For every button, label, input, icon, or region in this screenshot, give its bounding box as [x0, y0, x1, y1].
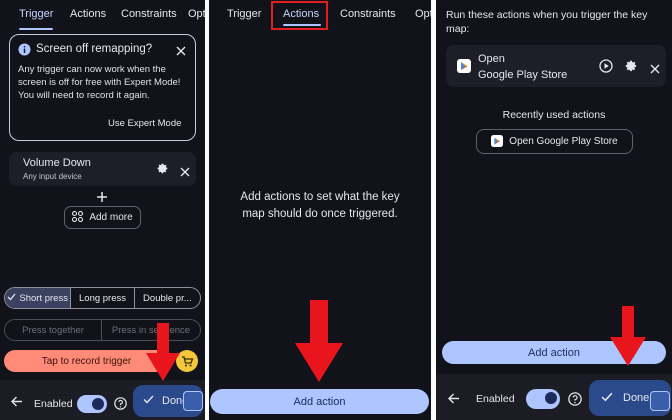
play-store-icon	[457, 59, 471, 78]
highlight-box	[271, 1, 328, 30]
actions-added-panel: Run these actions when you trigger the k…	[436, 0, 672, 420]
tab-constraints[interactable]: Constraints	[121, 8, 177, 20]
enabled-toggle[interactable]	[526, 389, 560, 409]
action-title-line1: Open	[478, 53, 505, 65]
gear-icon[interactable]	[156, 162, 169, 180]
back-arrow-icon[interactable]	[448, 391, 460, 409]
enabled-label: Enabled	[34, 398, 73, 410]
notice-title: Screen off remapping?	[36, 43, 153, 55]
press-together-option[interactable]: Press together	[5, 320, 103, 340]
overlay-logo-icon	[183, 391, 203, 411]
check-icon	[143, 395, 154, 407]
check-icon	[601, 392, 613, 405]
tab-bar: Trigger Actions Constraints Opti	[0, 0, 205, 30]
enabled-toggle[interactable]	[77, 395, 107, 413]
play-icon[interactable]	[599, 59, 613, 78]
gear-icon[interactable]	[624, 59, 638, 78]
recent-action-chip[interactable]: Open Google Play Store	[476, 129, 633, 154]
help-icon[interactable]	[114, 397, 127, 415]
tab-options[interactable]: Opti	[188, 8, 205, 20]
check-icon	[7, 293, 16, 304]
overlay-logo-icon	[650, 391, 670, 411]
actions-intro-text: Run these actions when you trigger the k…	[446, 9, 648, 35]
close-icon[interactable]	[180, 164, 190, 182]
actions-panel: Trigger Actions Constraints Opti Add act…	[209, 0, 431, 420]
add-more-button[interactable]: Add more	[64, 206, 141, 229]
action-title: Open Google Play Store	[478, 51, 567, 83]
info-icon	[18, 43, 31, 61]
red-arrow-indicator	[146, 323, 180, 381]
trigger-title: Volume Down	[23, 157, 91, 169]
tab-trigger[interactable]: Trigger	[19, 8, 53, 20]
press-type-selector: Short press Long press Double pr...	[4, 287, 201, 309]
trigger-list-item[interactable]: Volume Down Any input device	[9, 152, 196, 186]
help-icon[interactable]	[568, 392, 582, 411]
short-press-option[interactable]: Short press	[5, 288, 72, 308]
play-store-icon	[491, 135, 504, 150]
long-press-option[interactable]: Long press	[71, 288, 135, 308]
trigger-panel: Trigger Actions Constraints Opti Screen …	[0, 0, 205, 420]
recent-action-chip-label: Open Google Play Store	[509, 136, 618, 147]
action-list-item[interactable]: Open Google Play Store	[446, 45, 666, 87]
plus-icon	[97, 189, 107, 207]
empty-actions-message: Add actions to set what the key map shou…	[240, 191, 400, 220]
close-icon[interactable]	[176, 43, 186, 61]
action-title-line2: Google Play Store	[478, 69, 568, 81]
record-trigger-button[interactable]: Tap to record trigger	[4, 350, 169, 372]
add-more-label: Add more	[89, 212, 133, 223]
notice-body: Any trigger can now work when the screen…	[18, 64, 181, 101]
use-expert-mode-button[interactable]: Use Expert Mode	[108, 118, 181, 129]
tab-trigger[interactable]: Trigger	[227, 8, 261, 20]
screen-off-notice-card: Screen off remapping? Any trigger can no…	[9, 34, 196, 141]
add-action-button[interactable]: Add action	[210, 389, 429, 414]
tab-indicator	[19, 28, 53, 30]
tab-constraints[interactable]: Constraints	[340, 8, 396, 20]
short-press-label: Short press	[19, 292, 68, 304]
red-arrow-indicator	[610, 306, 646, 366]
tab-options[interactable]: Opti	[415, 8, 431, 20]
red-arrow-indicator	[295, 300, 343, 382]
tab-actions[interactable]: Actions	[70, 8, 106, 20]
trigger-subtitle: Any input device	[23, 172, 82, 181]
scan-icon	[72, 210, 84, 225]
double-press-option[interactable]: Double pr...	[135, 288, 200, 308]
done-label: Done	[623, 392, 650, 404]
enabled-label: Enabled	[476, 393, 515, 405]
close-icon[interactable]	[650, 61, 660, 79]
back-arrow-icon[interactable]	[11, 394, 23, 412]
recent-actions-heading: Recently used actions	[502, 109, 606, 121]
